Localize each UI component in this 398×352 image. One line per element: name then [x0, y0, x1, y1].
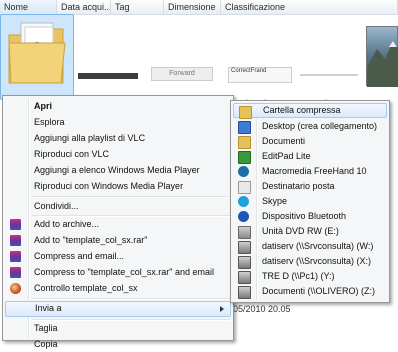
- thumbnail-header[interactable]: CorrectFrand: [228, 67, 292, 83]
- menu-item-compress-rar-email[interactable]: Compress to "template_col_sx.rar" and em…: [5, 265, 231, 280]
- menu-item-vlc-play[interactable]: Riproduci con VLC: [5, 147, 231, 162]
- send-to-network-x[interactable]: datiserv (\\Srvconsulta) (X:): [233, 254, 387, 269]
- column-data-acquisizione[interactable]: Data acqui...: [57, 0, 111, 14]
- submenu-arrow-icon: [220, 306, 224, 312]
- folder-icon: [8, 22, 66, 84]
- file-item-template-col-sx[interactable]: [0, 14, 74, 100]
- column-tag[interactable]: Tag: [111, 0, 164, 14]
- menu-item-antivirus-scan[interactable]: Controllo template_col_sx: [5, 281, 231, 296]
- menu-separator: [32, 298, 230, 300]
- send-to-desktop[interactable]: Desktop (crea collegamento): [233, 119, 387, 134]
- antivirus-icon: [10, 283, 21, 294]
- send-to-dvd-drive[interactable]: Unità DVD RW (E:): [233, 224, 387, 239]
- send-to-bluetooth[interactable]: Dispositivo Bluetooth: [233, 209, 387, 224]
- thumbnail-landscape-image[interactable]: [366, 26, 398, 87]
- menu-item-apri[interactable]: Apri: [5, 99, 231, 114]
- winrar-icon: [10, 235, 21, 246]
- documents-icon: [238, 136, 251, 149]
- menu-item-add-to-rar[interactable]: Add to "template_col_sx.rar": [5, 233, 231, 248]
- mountain-image: [367, 41, 398, 87]
- winrar-icon: [10, 267, 21, 278]
- column-dimensione[interactable]: Dimensione: [164, 0, 221, 14]
- menu-separator: [32, 196, 230, 198]
- freehand-icon: [238, 166, 249, 177]
- menu-item-esplora[interactable]: Esplora: [5, 115, 231, 130]
- send-to-network-z[interactable]: Documenti (\\OLIVERO) (Z:): [233, 284, 387, 299]
- thumbnail-forward[interactable]: Forward: [151, 67, 213, 81]
- context-menu: Apri Esplora Aggiungi alla playlist di V…: [2, 95, 234, 349]
- file-thumbnails: Forward CorrectFrand template_col_sx foo…: [0, 14, 398, 108]
- send-to-freehand[interactable]: Macromedia FreeHand 10: [233, 164, 387, 179]
- menu-item-wmp-play[interactable]: Riproduci con Windows Media Player: [5, 179, 231, 194]
- send-to-submenu: Cartella compressa Desktop (crea collega…: [230, 100, 390, 303]
- column-nome[interactable]: Nome: [0, 0, 57, 14]
- menu-item-wmp-list[interactable]: Aggiungi a elenco Windows Media Player: [5, 163, 231, 178]
- network-drive-icon: [238, 286, 251, 299]
- skype-icon: [238, 196, 249, 207]
- winrar-icon: [10, 251, 21, 262]
- column-header: Nome Data acqui... Tag Dimensione Classi…: [0, 0, 398, 15]
- bluetooth-icon: [238, 211, 249, 222]
- send-to-mail-recipient[interactable]: Destinatario posta: [233, 179, 387, 194]
- menu-item-add-to-archive[interactable]: Add to archive...: [5, 217, 231, 232]
- editpad-icon: [238, 151, 251, 164]
- send-to-network-y[interactable]: TRE D (\\Pc1) (Y:): [233, 269, 387, 284]
- desktop-icon: [238, 121, 251, 134]
- menu-item-condividi[interactable]: Condividi...: [5, 199, 231, 214]
- network-drive-icon: [238, 271, 251, 284]
- network-drive-icon: [238, 241, 251, 254]
- send-to-documenti[interactable]: Documenti: [233, 134, 387, 149]
- thumbnail-hr[interactable]: [300, 74, 358, 76]
- mail-icon: [238, 181, 251, 194]
- send-to-cartella-compressa[interactable]: Cartella compressa: [233, 103, 387, 119]
- send-to-network-w[interactable]: datiserv (\\Srvconsulta) (W:): [233, 239, 387, 254]
- menu-item-vlc-playlist[interactable]: Aggiungi alla playlist di VLC: [5, 131, 231, 146]
- menu-item-compress-email[interactable]: Compress and email...: [5, 249, 231, 264]
- dvd-drive-icon: [238, 226, 251, 239]
- send-to-skype[interactable]: Skype: [233, 194, 387, 209]
- column-classificazione[interactable]: Classificazione: [221, 0, 398, 14]
- menu-item-taglia[interactable]: Taglia: [5, 321, 231, 336]
- network-drive-icon: [238, 256, 251, 269]
- status-text: 05/2010 20.05: [233, 304, 291, 314]
- menu-item-invia-a[interactable]: Invia a: [5, 301, 231, 317]
- winrar-icon: [10, 219, 21, 230]
- thumbnail-footer-bg[interactable]: [78, 73, 138, 79]
- send-to-editpad-lite[interactable]: EditPad Lite: [233, 149, 387, 164]
- menu-item-copia[interactable]: Copia: [5, 337, 231, 352]
- zip-folder-icon: [239, 106, 252, 119]
